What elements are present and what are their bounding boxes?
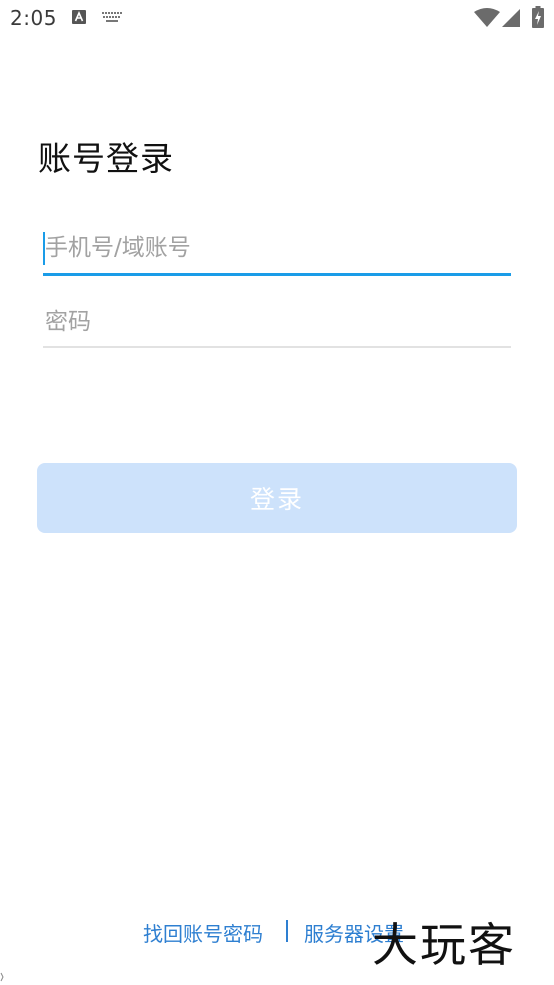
link-divider [286,920,288,942]
battery-charging-icon [532,6,544,28]
corner-mark-icon [0,972,4,982]
status-bar: 2:05 [0,0,554,38]
password-input[interactable] [43,300,511,344]
password-field[interactable] [43,300,511,348]
password-underline [43,346,511,348]
login-screen: 2:05 账号登录 手机号/域账号 登录 找回账号密码 服务器设置 大玩客 [0,0,554,985]
recover-account-link[interactable]: 找回账号密码 [143,918,263,947]
signal-icon [502,9,520,27]
a-notification-icon [72,10,86,24]
page-title: 账号登录 [38,139,174,178]
wifi-icon [474,8,500,27]
login-button[interactable]: 登录 [37,463,517,533]
phone-input[interactable] [43,226,511,270]
text-cursor [43,232,45,265]
phone-underline-active [43,273,511,276]
phone-field[interactable] [43,226,511,276]
keyboard-icon [102,12,122,22]
status-time: 2:05 [10,6,57,30]
watermark: 大玩客 [372,918,516,972]
